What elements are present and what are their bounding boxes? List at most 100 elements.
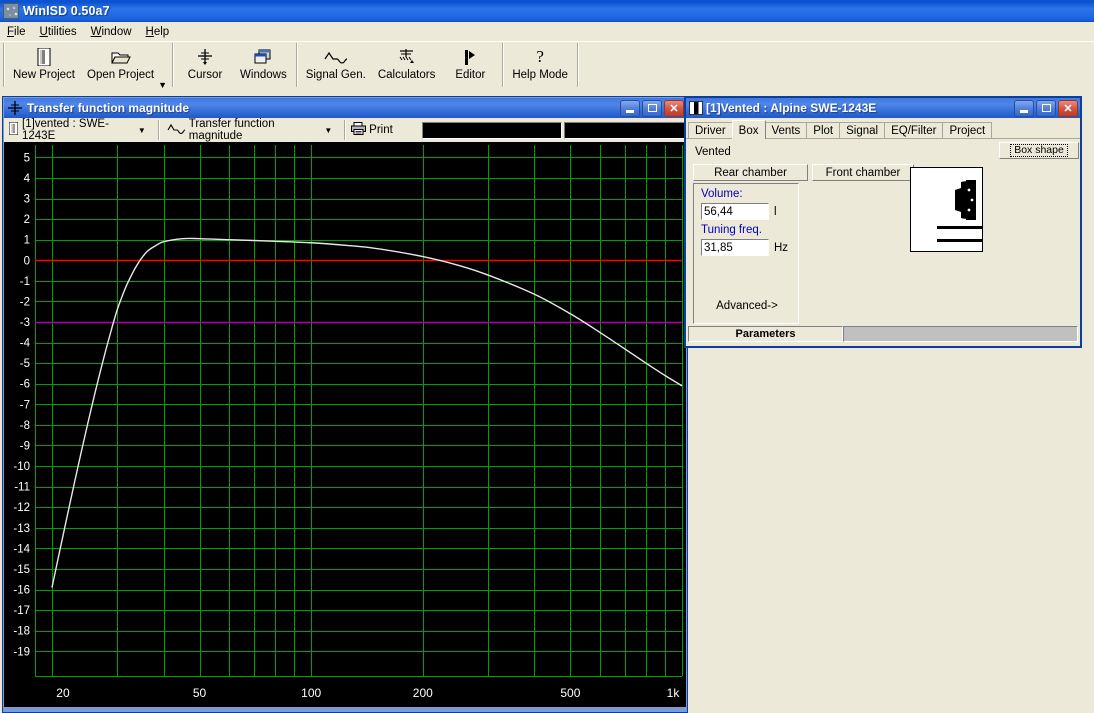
- signal-gen-button[interactable]: Signal Gen.: [300, 42, 372, 81]
- help-mode-button[interactable]: ? Help Mode: [506, 42, 574, 81]
- menu-item-utilities[interactable]: Utilities: [33, 24, 84, 40]
- svg-text:-5: -5: [20, 358, 30, 370]
- svg-text:-14: -14: [13, 543, 30, 555]
- param-maximize-button[interactable]: [1036, 99, 1056, 117]
- svg-text:-11: -11: [14, 482, 30, 494]
- statusbar-empty-cell: [843, 326, 1078, 342]
- volume-unit: l: [774, 205, 777, 218]
- svg-text:-15: -15: [13, 564, 30, 576]
- readout-display-1: [421, 121, 562, 139]
- plot-type-select[interactable]: Transfer function magnitude ▼: [163, 118, 342, 142]
- main-toolbar: New Project Open Project ▼ Cursor Window…: [0, 41, 1094, 93]
- app-titlebar: WinISD 0.50a7: [0, 0, 1094, 22]
- volume-input[interactable]: 56,44: [701, 203, 769, 220]
- new-project-button[interactable]: New Project: [7, 42, 81, 81]
- rear-chamber-group: Volume: 56,44 l Tuning freq. 31,85 Hz Ad…: [693, 183, 799, 324]
- chart-maximize-button[interactable]: [642, 99, 662, 117]
- svg-text:-12: -12: [13, 502, 30, 514]
- parameters-window-titlebar[interactable]: [1]Vented : Alpine SWE-1243E ✕: [686, 98, 1080, 118]
- tuning-freq-unit: Hz: [774, 241, 789, 254]
- toolbar-separator: [576, 43, 578, 87]
- windows-button[interactable]: Windows: [234, 42, 293, 81]
- param-minimize-button[interactable]: [1014, 99, 1034, 117]
- calculators-label: Calculators: [377, 69, 436, 81]
- editor-label: Editor: [455, 69, 486, 81]
- svg-text:5: 5: [24, 152, 30, 164]
- volume-label: Volume:: [701, 188, 743, 200]
- new-project-icon: [37, 46, 51, 68]
- box-shape-button[interactable]: Box shape: [999, 142, 1079, 159]
- parameters-window: [1]Vented : Alpine SWE-1243E ✕ Driver Bo…: [684, 96, 1082, 348]
- chart-window: Transfer function magnitude ✕ [1]vented …: [2, 96, 688, 713]
- chevron-down-icon[interactable]: ▼: [324, 126, 332, 135]
- svg-text:-4: -4: [20, 338, 31, 350]
- project-select[interactable]: [1]vented : SWE-1243E ▼: [6, 118, 155, 142]
- windows-label: Windows: [240, 69, 287, 81]
- cursor-label: Cursor: [187, 69, 223, 81]
- menu-bar: File Utilities Window Help: [0, 22, 1094, 42]
- toolbar-separator: [3, 43, 4, 87]
- tab-driver[interactable]: Driver: [688, 122, 733, 138]
- tuning-freq-input[interactable]: 31,85: [701, 239, 769, 256]
- waveform-icon: [167, 123, 186, 137]
- param-close-button[interactable]: ✕: [1058, 99, 1078, 117]
- print-button[interactable]: Print: [348, 119, 396, 141]
- chevron-down-icon[interactable]: ▼: [138, 126, 146, 135]
- help-mode-label: Help Mode: [512, 69, 568, 81]
- box-type-field[interactable]: Vented: [692, 144, 992, 160]
- plot-background: [4, 142, 686, 707]
- new-project-label: New Project: [13, 69, 75, 81]
- cursor-button[interactable]: Cursor: [176, 42, 234, 81]
- application-window: WinISD 0.50a7 File Utilities Window Help…: [0, 0, 1094, 713]
- box-diagram: [910, 167, 983, 252]
- svg-text:0: 0: [24, 255, 30, 267]
- parameters-window-body: Driver Box Vents Plot Signal EQ/Filter P…: [686, 118, 1080, 346]
- chart-window-titlebar[interactable]: Transfer function magnitude ✕: [4, 98, 686, 118]
- tab-project[interactable]: Project: [942, 122, 993, 138]
- svg-text:100: 100: [301, 686, 321, 700]
- tab-eq-filter[interactable]: EQ/Filter: [884, 122, 944, 138]
- svg-text:3: 3: [24, 194, 30, 206]
- svg-text:-19: -19: [13, 646, 30, 658]
- chart-plot-area[interactable]: 5 4 3 2 1 0 -1 -2 -3 -4 -5 -6 -7 -8 -9 -10 -11 -12 -13 -14 -…: [4, 142, 686, 707]
- menu-item-window[interactable]: Window: [84, 24, 139, 40]
- advanced-link[interactable]: Advanced->: [694, 300, 800, 312]
- project-select-value: [1]vented : SWE-1243E: [22, 118, 109, 142]
- menu-item-file[interactable]: File: [0, 24, 33, 40]
- svg-text:-16: -16: [13, 585, 30, 597]
- calculators-button[interactable]: Calculators: [372, 42, 442, 81]
- toolbar-separator: [157, 120, 159, 140]
- svg-text:-6: -6: [20, 379, 30, 391]
- open-project-label: Open Project: [87, 69, 155, 81]
- parameters-statusbar: Parameters: [688, 326, 1078, 342]
- box-shape-button-label: Box shape: [1010, 144, 1068, 157]
- svg-text:-10: -10: [13, 461, 30, 473]
- windows-cascade-icon: [254, 46, 272, 68]
- question-mark-icon: ?: [536, 47, 544, 66]
- svg-text:-17: -17: [13, 605, 30, 617]
- rear-chamber-button[interactable]: Rear chamber: [693, 164, 808, 181]
- box-tab-panel: Vented Box shape Rear chamber Front cham…: [688, 139, 1079, 324]
- open-project-button[interactable]: Open Project: [81, 42, 160, 81]
- svg-text:2: 2: [24, 214, 30, 226]
- plot-type-select-value: Transfer function magnitude: [188, 118, 275, 142]
- chart-minimize-button[interactable]: [620, 99, 640, 117]
- svg-text:-9: -9: [20, 440, 30, 452]
- open-project-dropdown-arrow[interactable]: ▼: [158, 80, 167, 90]
- tab-signal[interactable]: Signal: [839, 122, 886, 138]
- tab-vents[interactable]: Vents: [764, 122, 808, 138]
- toolbar-separator: [172, 43, 174, 87]
- parameters-tabstrip: Driver Box Vents Plot Signal EQ/Filter P…: [686, 118, 1080, 139]
- menu-item-help[interactable]: Help: [139, 24, 177, 40]
- app-title: WinISD 0.50a7: [23, 4, 110, 18]
- waveform-icon: [324, 46, 348, 68]
- tab-plot[interactable]: Plot: [806, 122, 841, 138]
- editor-button[interactable]: Editor: [441, 42, 499, 81]
- front-chamber-button[interactable]: Front chamber: [812, 164, 914, 181]
- svg-text:-13: -13: [13, 523, 30, 535]
- printer-icon: [351, 122, 367, 138]
- toolbar-separator: [502, 43, 504, 87]
- chart-close-button[interactable]: ✕: [664, 99, 684, 117]
- tab-box[interactable]: Box: [731, 120, 766, 139]
- project-icon: [8, 121, 19, 138]
